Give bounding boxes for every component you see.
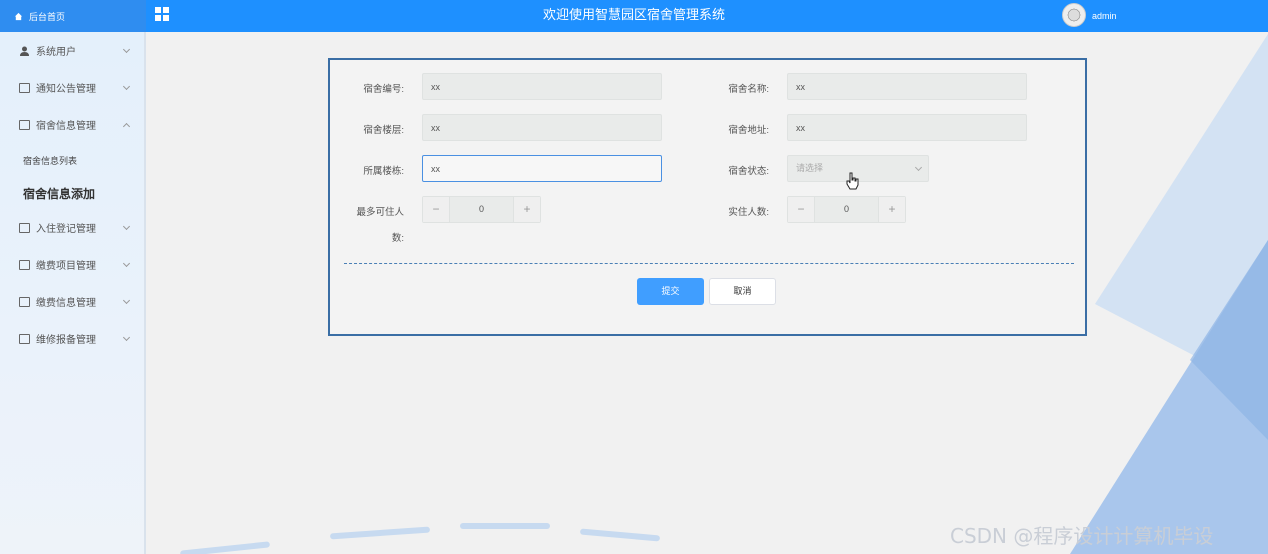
status-placeholder: 请选择 <box>796 163 824 173</box>
document-icon <box>19 222 30 233</box>
brand-label: 后台首页 <box>29 11 66 22</box>
document-icon <box>19 296 30 307</box>
bg-decoration-wave <box>329 526 431 540</box>
document-icon <box>19 259 30 270</box>
decrement-button[interactable]: − <box>788 197 814 222</box>
user-icon <box>20 46 29 56</box>
address-label: 宿舍地址: <box>728 125 769 136</box>
capacity-label-cont: 数: <box>391 233 404 244</box>
capacity-stepper[interactable]: − 0 + <box>422 196 541 223</box>
sidebar-item-label: 缴费信息管理 <box>36 298 96 309</box>
document-icon <box>19 82 30 93</box>
status-label: 宿舍状态: <box>728 166 769 177</box>
sidebar-item-checkin[interactable]: 入住登记管理 <box>0 209 146 246</box>
sidebar-item-label: 通知公告管理 <box>36 84 96 95</box>
address-input[interactable] <box>787 114 1027 141</box>
cancel-button[interactable]: 取消 <box>709 278 776 305</box>
chevron-down-icon <box>122 82 131 91</box>
hand-cursor-icon <box>846 172 859 190</box>
occupancy-stepper[interactable]: − 0 + <box>787 196 906 223</box>
dorm-add-form: 宿舍编号: 宿舍名称: 宿舍楼层: 宿舍地址: 所属楼栋: 宿舍状态: 请选择 … <box>328 58 1087 336</box>
username[interactable]: admin <box>1092 11 1117 21</box>
sidebar-item-label: 系统用户 <box>36 47 76 58</box>
increment-button[interactable]: + <box>879 197 905 222</box>
document-icon <box>19 333 30 344</box>
capacity-label: 最多可住人 <box>356 207 404 218</box>
bg-decoration-wave <box>579 528 661 542</box>
sidebar-item-label: 缴费项目管理 <box>36 261 96 272</box>
building-input[interactable] <box>422 155 662 182</box>
chevron-down-icon <box>122 333 131 342</box>
sidebar-subitem-dorm-list[interactable]: 宿舍信息列表 <box>23 154 77 167</box>
sidebar-item-notice[interactable]: 通知公告管理 <box>0 69 146 106</box>
sidebar-item-system-users[interactable]: 系统用户 <box>0 32 146 69</box>
bg-decoration-wave <box>179 541 271 554</box>
avatar[interactable] <box>1062 3 1086 27</box>
sidebar-item-label: 维修报备管理 <box>36 335 96 346</box>
sidebar-item-dorm-info[interactable]: 宿舍信息管理 <box>0 106 146 143</box>
sidebar-item-repair[interactable]: 维修报备管理 <box>0 320 146 357</box>
bg-decoration-wave <box>460 523 550 529</box>
sidebar-item-label: 宿舍信息管理 <box>36 121 96 132</box>
divider <box>344 263 1074 264</box>
chevron-down-icon <box>122 222 131 231</box>
decrement-button[interactable]: − <box>423 197 449 222</box>
home-icon <box>14 12 23 20</box>
chevron-up-icon <box>122 122 131 131</box>
submit-button[interactable]: 提交 <box>637 278 704 305</box>
building-label: 所属楼栋: <box>363 166 404 177</box>
sidebar-item-fee-info[interactable]: 缴费信息管理 <box>0 283 146 320</box>
occupancy-label: 实住人数: <box>728 207 769 218</box>
dorm-name-input[interactable] <box>787 73 1027 100</box>
dorm-name-label: 宿舍名称: <box>728 84 769 95</box>
top-header: 后台首页 欢迎使用智慧园区宿舍管理系统 admin <box>0 0 1268 32</box>
floor-input[interactable] <box>422 114 662 141</box>
dorm-no-label: 宿舍编号: <box>363 84 404 95</box>
occupancy-value[interactable]: 0 <box>814 197 879 222</box>
document-icon <box>19 119 30 130</box>
menu-toggle-icon[interactable] <box>155 7 169 21</box>
chevron-down-icon <box>122 259 131 268</box>
floor-label: 宿舍楼层: <box>363 125 404 136</box>
home-link[interactable]: 后台首页 <box>0 0 146 32</box>
watermark: CSDN @程序设计计算机毕设 <box>950 524 1214 548</box>
sidebar-subitem-dorm-add[interactable]: 宿舍信息添加 <box>23 185 95 202</box>
chevron-down-icon <box>122 45 131 54</box>
sidebar: 系统用户 通知公告管理 宿舍信息管理 宿舍信息列表 宿舍信息添加 入住登记管理 … <box>0 32 146 554</box>
increment-button[interactable]: + <box>514 197 540 222</box>
sidebar-item-fee-items[interactable]: 缴费项目管理 <box>0 246 146 283</box>
capacity-value[interactable]: 0 <box>449 197 514 222</box>
chevron-down-icon <box>914 163 923 172</box>
chevron-down-icon <box>122 296 131 305</box>
dorm-no-input[interactable] <box>422 73 662 100</box>
sidebar-item-label: 入住登记管理 <box>36 224 96 235</box>
